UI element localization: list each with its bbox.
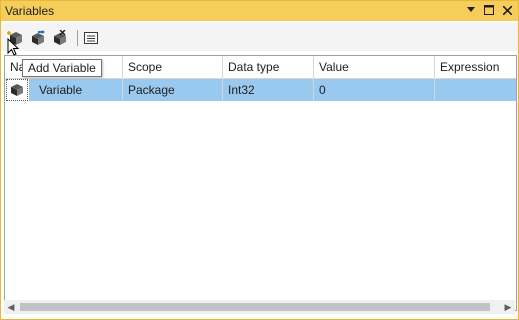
mouse-cursor-icon bbox=[7, 38, 20, 56]
close-icon[interactable] bbox=[500, 3, 514, 17]
column-header-value[interactable]: Value bbox=[314, 56, 435, 78]
scroll-left-icon[interactable]: ◀ bbox=[4, 300, 18, 314]
grid-options-button[interactable] bbox=[81, 28, 101, 48]
cell-expression[interactable] bbox=[435, 79, 516, 101]
window-title: Variables bbox=[5, 4, 55, 18]
cell-data-type[interactable]: Int32 bbox=[223, 79, 314, 101]
delete-variable-button[interactable] bbox=[49, 28, 69, 48]
scroll-thumb[interactable] bbox=[20, 303, 490, 311]
delete-variable-icon bbox=[54, 30, 66, 45]
variable-icon bbox=[11, 84, 23, 96]
horizontal-scrollbar[interactable]: ◀ ▶ bbox=[4, 300, 515, 314]
variables-grid: Na Scope Data type Value Expression Vari… bbox=[4, 55, 517, 311]
table-row[interactable]: Variable Package Int32 0 bbox=[5, 79, 516, 101]
scroll-right-icon[interactable]: ▶ bbox=[501, 300, 515, 314]
column-header-data-type[interactable]: Data type bbox=[223, 56, 314, 78]
title-controls bbox=[464, 3, 514, 17]
cell-scope[interactable]: Package bbox=[123, 79, 223, 101]
column-header-expression[interactable]: Expression bbox=[435, 56, 516, 78]
grid-options-icon bbox=[84, 32, 98, 44]
variable-row-icon[interactable] bbox=[6, 79, 28, 101]
toolbar-separator bbox=[77, 30, 78, 46]
move-variable-button[interactable] bbox=[27, 28, 47, 48]
toolbar bbox=[1, 23, 518, 51]
maximize-icon[interactable] bbox=[482, 3, 496, 17]
column-header-scope[interactable]: Scope bbox=[123, 56, 223, 78]
cell-name[interactable]: Variable bbox=[29, 79, 123, 101]
dropdown-icon[interactable] bbox=[464, 3, 478, 17]
tooltip-add-variable: Add Variable bbox=[22, 59, 102, 77]
move-variable-icon bbox=[32, 30, 45, 45]
title-bar: Variables bbox=[1, 1, 518, 21]
cell-value[interactable]: 0 bbox=[314, 79, 435, 101]
variables-window: Variables Na Scope Data type Value Expre… bbox=[0, 0, 519, 320]
